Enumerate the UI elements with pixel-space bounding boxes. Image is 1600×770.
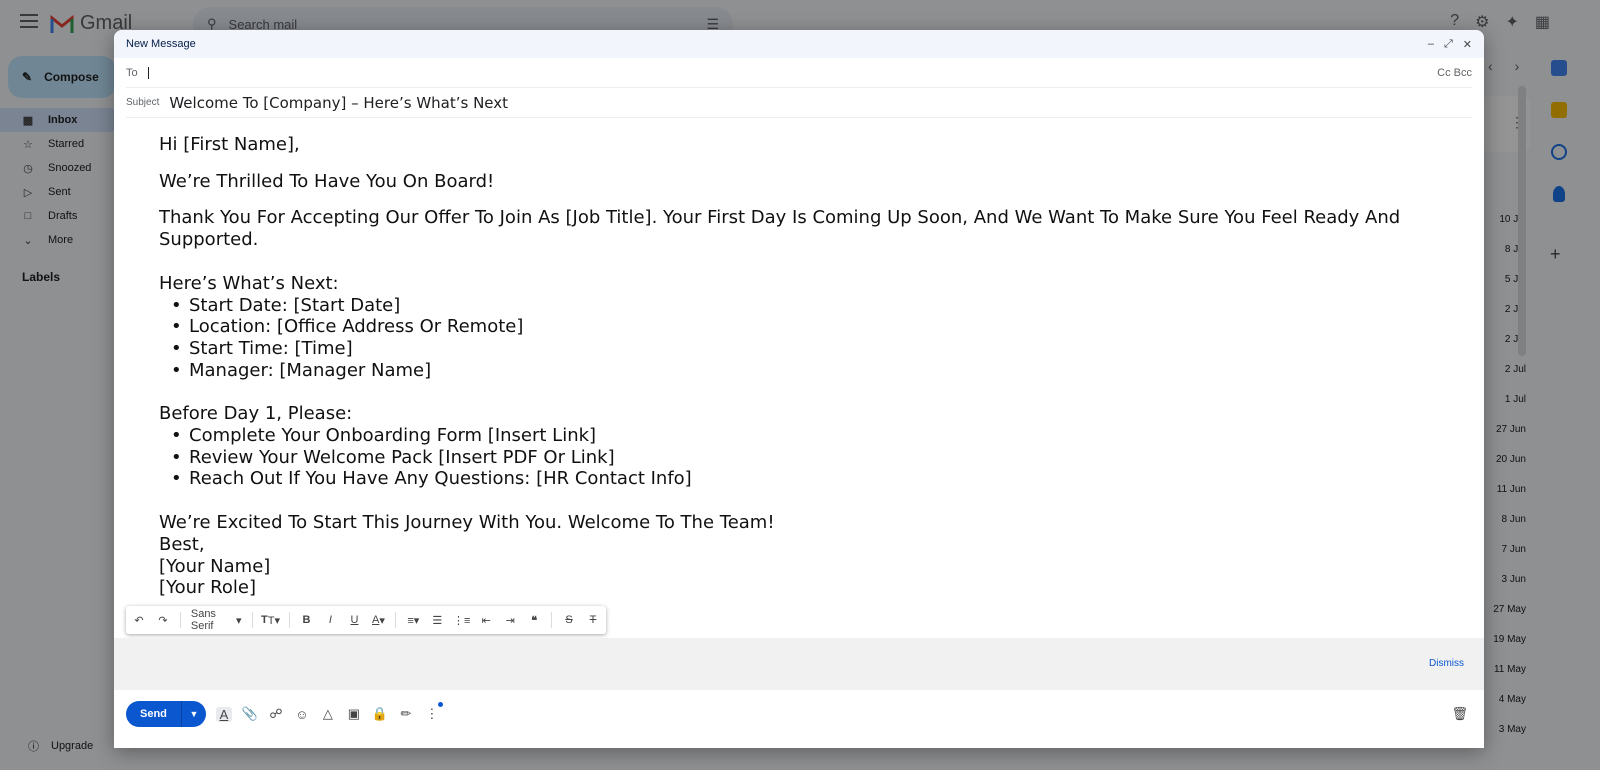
before-day-heading: Before Day 1, Please: <box>159 403 353 425</box>
signature-pen-icon[interactable]: ✏ <box>398 706 414 722</box>
strikethrough-icon[interactable]: S <box>562 614 576 626</box>
text-color-icon[interactable]: A ▾ <box>371 614 385 627</box>
discard-draft-trash-icon[interactable]: 🗑 <box>1451 706 1468 722</box>
to-input-caret[interactable] <box>147 66 149 79</box>
body-line-1: We’re Thrilled To Have You On Board! <box>159 170 495 192</box>
to-row[interactable]: To Cc Bcc <box>126 58 1472 88</box>
window-controls: – ⤢ ✕ <box>1428 38 1472 51</box>
attach-file-icon[interactable]: 📎 <box>242 706 258 722</box>
indent-more-icon[interactable]: ⇥ <box>503 614 517 627</box>
subject-input[interactable]: Welcome To [Company] – Here’s What’s Nex… <box>169 94 508 112</box>
formatting-toolbar: ↶ ↷ Sans Serif ▾ T T▾ B I U A ▾ ≡▾ ☰ ⋮≡ ⇤ … <box>126 606 606 634</box>
send-button[interactable]: Send <box>126 701 182 727</box>
close-icon[interactable]: ✕ <box>1463 38 1472 51</box>
to-label: To <box>126 66 138 79</box>
align-icon[interactable]: ≡▾ <box>406 614 420 627</box>
insert-link-icon[interactable]: ☍ <box>268 706 284 722</box>
toolbar-divider <box>251 612 253 628</box>
indent-less-icon[interactable]: ⇤ <box>479 614 493 627</box>
list-item: Location: [Office Address Or Remote] <box>171 316 1459 338</box>
send-options-chevron-icon[interactable]: ▼ <box>182 701 206 727</box>
clear-formatting-icon[interactable]: T <box>586 614 600 626</box>
list-item: Start Date: [Start Date] <box>171 295 1459 317</box>
suggestion-area: Dismiss <box>114 638 1484 690</box>
toolbar-divider <box>395 612 397 628</box>
list-item: Manager: [Manager Name] <box>171 360 1459 382</box>
bold-icon[interactable]: B <box>299 614 313 626</box>
subject-row[interactable]: Subject Welcome To [Company] – Here’s Wh… <box>126 88 1472 118</box>
greeting: Hi [First Name], <box>159 134 300 155</box>
cc-bcc-link[interactable]: Cc Bcc <box>1437 67 1472 79</box>
send-button-group: Send ▼ <box>126 701 206 727</box>
body-paragraph-1: Thank You For Accepting Our Offer To Joi… <box>159 207 1401 251</box>
closing-line: We’re Excited To Start This Journey With… <box>159 512 775 534</box>
bulleted-list-icon[interactable]: ⋮≡ <box>453 614 470 627</box>
drive-icon[interactable]: △ <box>320 706 336 722</box>
closing-section: We’re Excited To Start This Journey With… <box>159 512 1459 599</box>
signoff: Best, <box>159 533 205 555</box>
emoji-icon[interactable]: ☺ <box>294 707 310 722</box>
confidential-mode-icon[interactable]: 🔒 <box>372 706 388 722</box>
underline-icon[interactable]: U <box>347 614 361 626</box>
compose-title: New Message <box>126 38 196 50</box>
toolbar-divider <box>551 612 553 628</box>
redo-icon[interactable]: ↷ <box>156 614 170 627</box>
numbered-list-icon[interactable]: ☰ <box>430 614 444 627</box>
signature-name: [Your Name] <box>159 555 271 577</box>
italic-icon[interactable]: I <box>323 614 337 626</box>
list-item: Complete Your Onboarding Form [Insert Li… <box>171 425 1459 447</box>
next-steps-list: Start Date: [Start Date] Location: [Offi… <box>159 295 1459 382</box>
list-item: Reach Out If You Have Any Questions: [HR… <box>171 468 1459 490</box>
font-size-icon[interactable]: T T▾ <box>261 614 280 627</box>
next-steps-heading: Here’s What’s Next: <box>159 272 339 294</box>
toolbar-divider <box>180 612 181 628</box>
formatting-options-icon[interactable]: A <box>215 706 232 722</box>
before-day-section: Before Day 1, Please: Complete Your Onbo… <box>159 403 1459 490</box>
compose-bottom-bar: Send ▼ A 📎 ☍ ☺ △ ▣ 🔒 ✏ ⋮ 🗑 <box>114 694 1484 734</box>
exit-fullscreen-icon[interactable]: ⤢ <box>1444 38 1453 51</box>
signature-role: [Your Role] <box>159 577 256 599</box>
list-item: Review Your Welcome Pack [Insert PDF Or … <box>171 447 1459 469</box>
next-steps-section: Here’s What’s Next: Start Date: [Start D… <box>159 273 1459 382</box>
notification-dot <box>437 702 443 707</box>
minimize-icon[interactable]: – <box>1428 38 1434 51</box>
insert-photo-icon[interactable]: ▣ <box>346 706 362 722</box>
compose-dialog: New Message – ⤢ ✕ To Cc Bcc Subject Welc… <box>114 30 1484 748</box>
compose-header: New Message – ⤢ ✕ <box>114 30 1484 58</box>
list-item: Start Time: [Time] <box>171 338 1459 360</box>
dismiss-link[interactable]: Dismiss <box>1429 658 1464 669</box>
before-day-list: Complete Your Onboarding Form [Insert Li… <box>159 425 1459 490</box>
quote-icon[interactable]: ❝ <box>527 614 541 627</box>
message-body[interactable]: Hi [First Name], We’re Thrilled To Have … <box>159 134 1459 599</box>
font-family-select[interactable]: Sans Serif ▾ <box>191 608 242 632</box>
font-family-value: Sans Serif <box>190 608 216 632</box>
toolbar-divider <box>288 612 290 628</box>
more-options-vertical-icon[interactable]: ⋮ <box>424 702 443 722</box>
subject-label: Subject <box>126 97 160 108</box>
undo-icon[interactable]: ↶ <box>132 614 146 627</box>
